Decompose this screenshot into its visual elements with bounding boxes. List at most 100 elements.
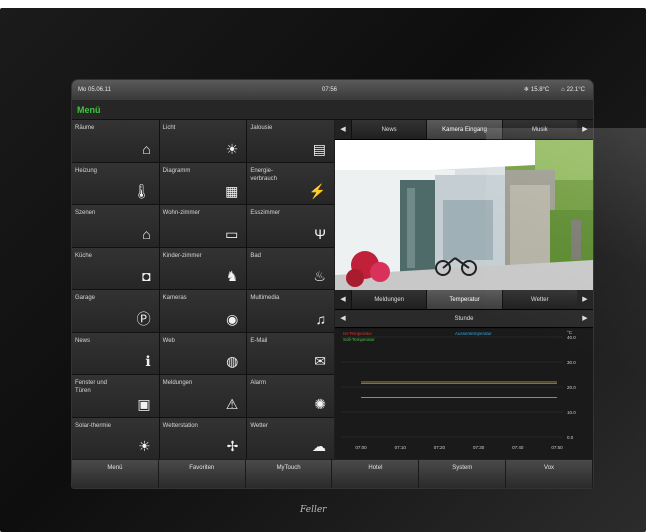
menu-tile[interactable]: Meldungen ⚠ bbox=[159, 375, 247, 417]
chart-range-prev-button[interactable]: ◀ bbox=[335, 310, 351, 327]
y-tick-label: 40.0 bbox=[567, 335, 576, 340]
menu-tile[interactable]: Wetterstation ✢ bbox=[159, 417, 247, 459]
camera-tabbar: ◀ News Kamera Eingang Musik ▶ bbox=[335, 120, 593, 140]
menu-tile-label: Heizung bbox=[75, 167, 98, 174]
menu-tile-label: Wohn-zimmer bbox=[162, 210, 200, 216]
x-tick-label: 07:00 bbox=[355, 445, 367, 450]
chart-range-next-button[interactable]: ▶ bbox=[577, 310, 593, 327]
weather-station-icon: ✢ bbox=[226, 438, 239, 454]
menu-tile[interactable]: Garage Ⓟ bbox=[72, 290, 159, 332]
menu-tile-label: Wetterstation bbox=[162, 422, 198, 429]
menu-tile[interactable]: Kinder-zimmer ♞ bbox=[159, 247, 247, 289]
tab-musik[interactable]: Musik bbox=[501, 120, 577, 139]
menu-tile[interactable]: Heizung 🌡 bbox=[72, 162, 159, 204]
house-icon: ⌂ bbox=[142, 140, 151, 157]
menu-tile[interactable]: E-Mail ✉ bbox=[247, 332, 334, 374]
menu-tile[interactable]: Räume ⌂ bbox=[72, 120, 159, 162]
shower-icon: ♨ bbox=[313, 268, 326, 284]
x-tick-label: 07:30 bbox=[473, 445, 485, 450]
outdoor-temp-icon: ❄ bbox=[523, 87, 529, 93]
menu-tile-label: News bbox=[75, 337, 91, 344]
cutlery-icon: Ψ bbox=[314, 225, 326, 242]
menu-tile[interactable]: Web ◍ bbox=[159, 332, 247, 374]
scene-icon: ⌂ bbox=[142, 225, 151, 242]
temperature-chart-svg: 40.0 30.0 20.0 10.0 0.0 °C 07:00 07:10 07:20 07:3… bbox=[341, 330, 576, 450]
menu-tile-label: Kameras bbox=[162, 295, 187, 301]
menu-tile-label: Szenen bbox=[75, 210, 96, 216]
menu-tile[interactable]: Alarm ✺ bbox=[247, 375, 334, 417]
sofa-icon: ▭ bbox=[225, 225, 239, 242]
tab-wetter[interactable]: Wetter bbox=[501, 290, 577, 309]
temperature-chart: 40.0 30.0 20.0 10.0 0.0 °C 07:00 07:10 07:20 07:3… bbox=[335, 329, 593, 459]
tab-news[interactable]: News bbox=[351, 120, 427, 139]
nav-button[interactable]: System bbox=[419, 460, 507, 488]
menu-tile-label: Kinder-zimmer bbox=[162, 252, 202, 259]
menu-tile[interactable]: Wetter ☁ bbox=[247, 417, 334, 459]
nav-button[interactable]: MyTouch bbox=[246, 460, 333, 488]
menu-tile-label: Jalousie bbox=[250, 125, 273, 131]
nav-button[interactable]: Vox bbox=[506, 460, 593, 488]
status-date: Mo 05.06.11 bbox=[78, 87, 111, 93]
legend-entry: Soll-Temperatur bbox=[343, 337, 375, 342]
camera-tabs-prev-button[interactable]: ◀ bbox=[335, 120, 351, 139]
menu-title: Menü bbox=[72, 100, 593, 120]
menu-tile[interactable]: Wohn-zimmer ▭ bbox=[159, 205, 247, 247]
x-tick-label: 07:40 bbox=[512, 445, 524, 450]
brand-logo: Feller bbox=[300, 505, 327, 515]
music-icon: ♫ bbox=[315, 310, 326, 327]
pot-icon: ◘ bbox=[142, 268, 151, 284]
menu-tile[interactable]: Licht ☀ bbox=[159, 120, 247, 162]
globe-icon: ◍ bbox=[226, 353, 239, 369]
camera-tabs-next-button[interactable]: ▶ bbox=[576, 120, 593, 139]
menu-tile-label: Wetter bbox=[250, 422, 268, 429]
tab-temperatur[interactable]: Temperatur bbox=[426, 290, 502, 309]
chart-tabs-next-button[interactable]: ▶ bbox=[576, 290, 593, 309]
bottom-navigation: Menü Favoriten MyTouch Hotel System Vox bbox=[72, 460, 593, 488]
cloud-sun-icon: ☁ bbox=[311, 438, 326, 454]
menu-tile-label: Multimedia bbox=[250, 295, 280, 301]
chart-range-title: Stunde bbox=[454, 316, 474, 322]
tab-meldungen[interactable]: Meldungen bbox=[351, 290, 427, 309]
menu-tile[interactable]: Esszimmer Ψ bbox=[247, 205, 334, 247]
camera-feed-image bbox=[335, 140, 593, 290]
menu-tile-label: Meldungen bbox=[162, 380, 193, 386]
menu-tile[interactable]: Küche ◘ bbox=[72, 247, 159, 289]
status-time: 07:56 bbox=[322, 87, 338, 93]
menu-tile[interactable]: Bad ♨ bbox=[247, 247, 334, 289]
y-axis-label: °C bbox=[567, 330, 573, 335]
menu-tile[interactable]: Diagramm ▦ bbox=[159, 162, 247, 204]
light-icon: ☀ bbox=[225, 140, 239, 157]
menu-tile-label: Web bbox=[162, 337, 175, 344]
solar-icon: ☀ bbox=[138, 438, 151, 454]
menu-tile[interactable]: Jalousie ▤ bbox=[247, 120, 334, 162]
menu-tile-label: Küche bbox=[75, 252, 93, 259]
tab-kamera-eingang[interactable]: Kamera Eingang bbox=[426, 120, 502, 139]
indoor-temperature: 22.1°C bbox=[566, 87, 585, 93]
nav-button[interactable]: Favoriten bbox=[159, 460, 246, 488]
chart-tabbar: ◀ Meldungen Temperatur Wetter ▶ bbox=[335, 290, 593, 310]
menu-tile[interactable]: Solar-thermie ☀ bbox=[72, 417, 159, 459]
menu-tile[interactable]: Kameras ◉ bbox=[159, 290, 247, 332]
menu-tile[interactable]: Fenster und Türen ▣ bbox=[72, 375, 159, 417]
thermometer-icon: 🌡 bbox=[132, 183, 151, 199]
legend-entry: Ist-Temperatur bbox=[343, 331, 373, 336]
y-tick-label: 10.0 bbox=[567, 410, 576, 415]
menu-tile[interactable]: Szenen ⌂ bbox=[72, 205, 159, 247]
mail-icon: ✉ bbox=[314, 353, 326, 369]
toy-icon: ♞ bbox=[225, 268, 239, 284]
y-tick-label: 30.0 bbox=[567, 360, 576, 365]
nav-button[interactable]: Menü bbox=[72, 460, 159, 488]
menu-tile[interactable]: News ℹ bbox=[72, 332, 159, 374]
camera-scene bbox=[335, 140, 593, 290]
chart-range-bar: ◀ Stunde ▶ bbox=[335, 310, 593, 328]
nav-button[interactable]: Hotel bbox=[332, 460, 420, 488]
chart-tabs-prev-button[interactable]: ◀ bbox=[335, 290, 351, 309]
menu-tile-label: Bad bbox=[250, 252, 262, 259]
blinds-icon: ▤ bbox=[312, 140, 326, 157]
menu-tile-label: Solar-thermie bbox=[75, 422, 112, 429]
menu-tile[interactable]: Energie-verbrauch ⚡ bbox=[247, 162, 334, 204]
status-bar: Mo 05.06.11 07:56 ❄ 15.8°C ⌂ 22.1°C bbox=[72, 80, 593, 100]
touch-panel-screen: Mo 05.06.11 07:56 ❄ 15.8°C ⌂ 22.1°C Menü R… bbox=[72, 80, 593, 488]
eye-icon: ◉ bbox=[226, 310, 239, 327]
menu-tile[interactable]: Multimedia ♫ bbox=[247, 290, 334, 332]
